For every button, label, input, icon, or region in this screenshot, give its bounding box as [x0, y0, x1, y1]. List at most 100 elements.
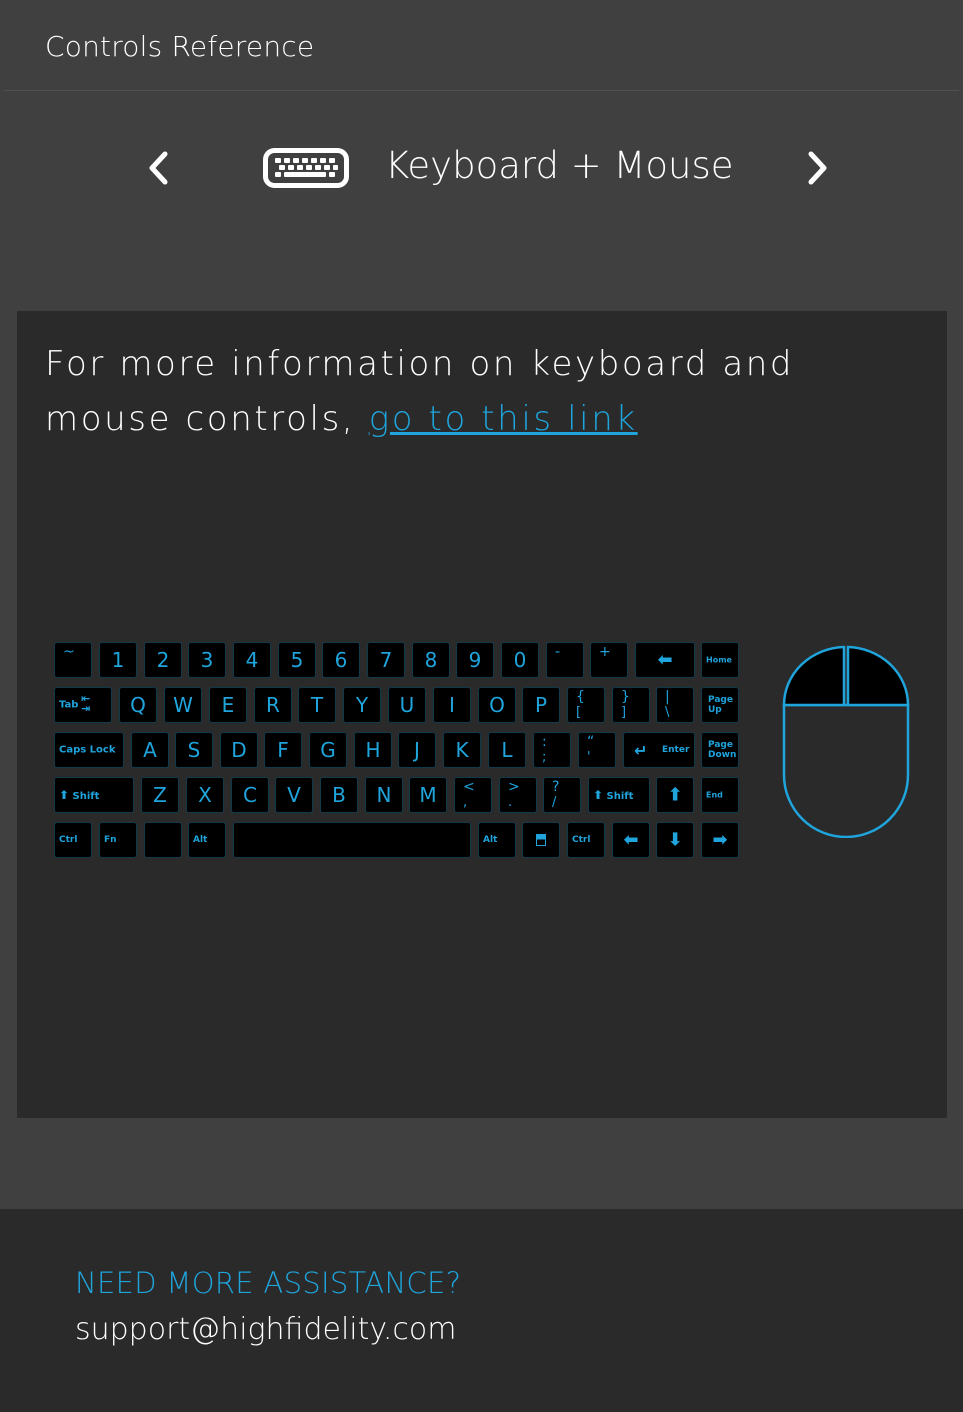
key-comma[interactable]: <,	[454, 777, 492, 813]
key-6[interactable]: 6	[322, 642, 360, 678]
key-arrow-up[interactable]: ⬆	[656, 777, 694, 813]
mouse-right-button[interactable]	[846, 645, 910, 707]
key-v[interactable]: V	[275, 777, 313, 813]
key-arrow-left[interactable]: ⬅	[612, 822, 650, 858]
key-label: N	[376, 783, 392, 807]
previous-scheme-button[interactable]	[140, 146, 180, 190]
key-backspace[interactable]: ⬅	[635, 642, 695, 678]
key-arrow-down[interactable]: ⬇	[656, 822, 694, 858]
key-label-top: ?	[552, 779, 560, 795]
key-z[interactable]: Z	[141, 777, 179, 813]
key-9[interactable]: 9	[456, 642, 494, 678]
key-p[interactable]: P	[522, 687, 560, 723]
key-label: Caps Lock	[59, 744, 116, 756]
key-label-bottom: ,	[463, 795, 468, 810]
tab-arrows-icon: ⇤ ⇥	[81, 692, 91, 715]
key-u[interactable]: U	[388, 687, 426, 723]
key-arrow-right[interactable]: ➡	[701, 822, 739, 858]
key-label: Home	[706, 655, 732, 665]
key-x[interactable]: X	[186, 777, 224, 813]
key-d[interactable]: D	[220, 732, 258, 768]
key-2[interactable]: 2	[144, 642, 182, 678]
key-slash[interactable]: ? /	[543, 777, 581, 813]
key-m[interactable]: M	[409, 777, 447, 813]
key-alt-left[interactable]: Alt	[188, 822, 226, 858]
key-minus[interactable]: -	[546, 642, 584, 678]
key-label: B	[332, 783, 346, 807]
key-label: H	[365, 738, 381, 762]
key-label: X	[198, 783, 212, 807]
key-label-bottom: ;	[542, 750, 547, 765]
key-n[interactable]: N	[365, 777, 403, 813]
key-label: I	[449, 693, 455, 717]
key-e[interactable]: E	[209, 687, 247, 723]
key-semicolon[interactable]: :;	[533, 732, 571, 768]
key-left-bracket[interactable]: {[	[567, 687, 605, 723]
key-space[interactable]	[233, 822, 471, 858]
key-end[interactable]: End	[701, 777, 739, 813]
next-scheme-button[interactable]	[797, 146, 837, 190]
key-label: Page Down	[708, 740, 736, 760]
key-o[interactable]: O	[478, 687, 516, 723]
key-right-bracket[interactable]: }]	[612, 687, 650, 723]
key-fn[interactable]: Fn	[99, 822, 137, 858]
key-j[interactable]: J	[398, 732, 436, 768]
key-8[interactable]: 8	[412, 642, 450, 678]
key-b[interactable]: B	[320, 777, 358, 813]
key-label: Ctrl	[59, 835, 78, 845]
key-f[interactable]: F	[264, 732, 302, 768]
key-s[interactable]: S	[175, 732, 213, 768]
key-label: Z	[153, 783, 167, 807]
key-t[interactable]: T	[298, 687, 336, 723]
key-label: A	[143, 738, 157, 762]
key-i[interactable]: I	[433, 687, 471, 723]
key-label: Alt	[193, 835, 208, 845]
key-l[interactable]: L	[488, 732, 526, 768]
key-label: Y	[355, 693, 369, 717]
key-label: End	[706, 790, 723, 800]
key-1[interactable]: 1	[99, 642, 137, 678]
key-period[interactable]: >.	[499, 777, 537, 813]
key-a[interactable]: A	[131, 732, 169, 768]
key-label: Tab	[59, 699, 79, 711]
support-email[interactable]: support@highfidelity.com	[75, 1312, 456, 1347]
key-shift-right[interactable]: ⬆ Shift	[588, 777, 650, 813]
key-tilde[interactable]: ~	[54, 642, 92, 678]
key-page-up[interactable]: Page Up	[701, 687, 739, 723]
page-title: Controls Reference	[45, 30, 315, 63]
info-link[interactable]: go to this link	[369, 399, 638, 439]
mouse-left-button[interactable]	[782, 645, 846, 707]
key-ctrl-left[interactable]: Ctrl	[54, 822, 92, 858]
key-0[interactable]: 0	[501, 642, 539, 678]
key-h[interactable]: H	[354, 732, 392, 768]
key-home[interactable]: Home	[701, 642, 739, 678]
key-3[interactable]: 3	[188, 642, 226, 678]
footer	[0, 1209, 963, 1412]
key-shift-left[interactable]: ⬆ Shift	[54, 777, 134, 813]
key-caps-lock[interactable]: Caps Lock	[54, 732, 124, 768]
key-os[interactable]	[144, 822, 182, 858]
key-ctrl-right[interactable]: Ctrl	[567, 822, 605, 858]
key-label: 0	[513, 648, 527, 672]
key-r[interactable]: R	[254, 687, 292, 723]
key-backslash[interactable]: | \	[656, 687, 694, 723]
key-enter[interactable]: ↵ Enter	[623, 732, 695, 768]
key-label: E	[221, 693, 235, 717]
key-7[interactable]: 7	[367, 642, 405, 678]
key-g[interactable]: G	[309, 732, 347, 768]
key-4[interactable]: 4	[233, 642, 271, 678]
key-5[interactable]: 5	[278, 642, 316, 678]
key-tab[interactable]: Tab ⇤ ⇥	[54, 687, 112, 723]
key-y[interactable]: Y	[343, 687, 381, 723]
key-page-down[interactable]: Page Down	[701, 732, 739, 768]
key-quote[interactable]: “'	[578, 732, 616, 768]
key-c[interactable]: C	[231, 777, 269, 813]
key-label-bottom: /	[552, 795, 557, 810]
key-k[interactable]: K	[443, 732, 481, 768]
key-menu[interactable]	[522, 822, 560, 858]
key-label-line1: Page	[708, 740, 733, 750]
key-q[interactable]: Q	[119, 687, 157, 723]
key-alt-right[interactable]: Alt	[478, 822, 516, 858]
key-plus[interactable]: +	[590, 642, 628, 678]
key-w[interactable]: W	[164, 687, 202, 723]
